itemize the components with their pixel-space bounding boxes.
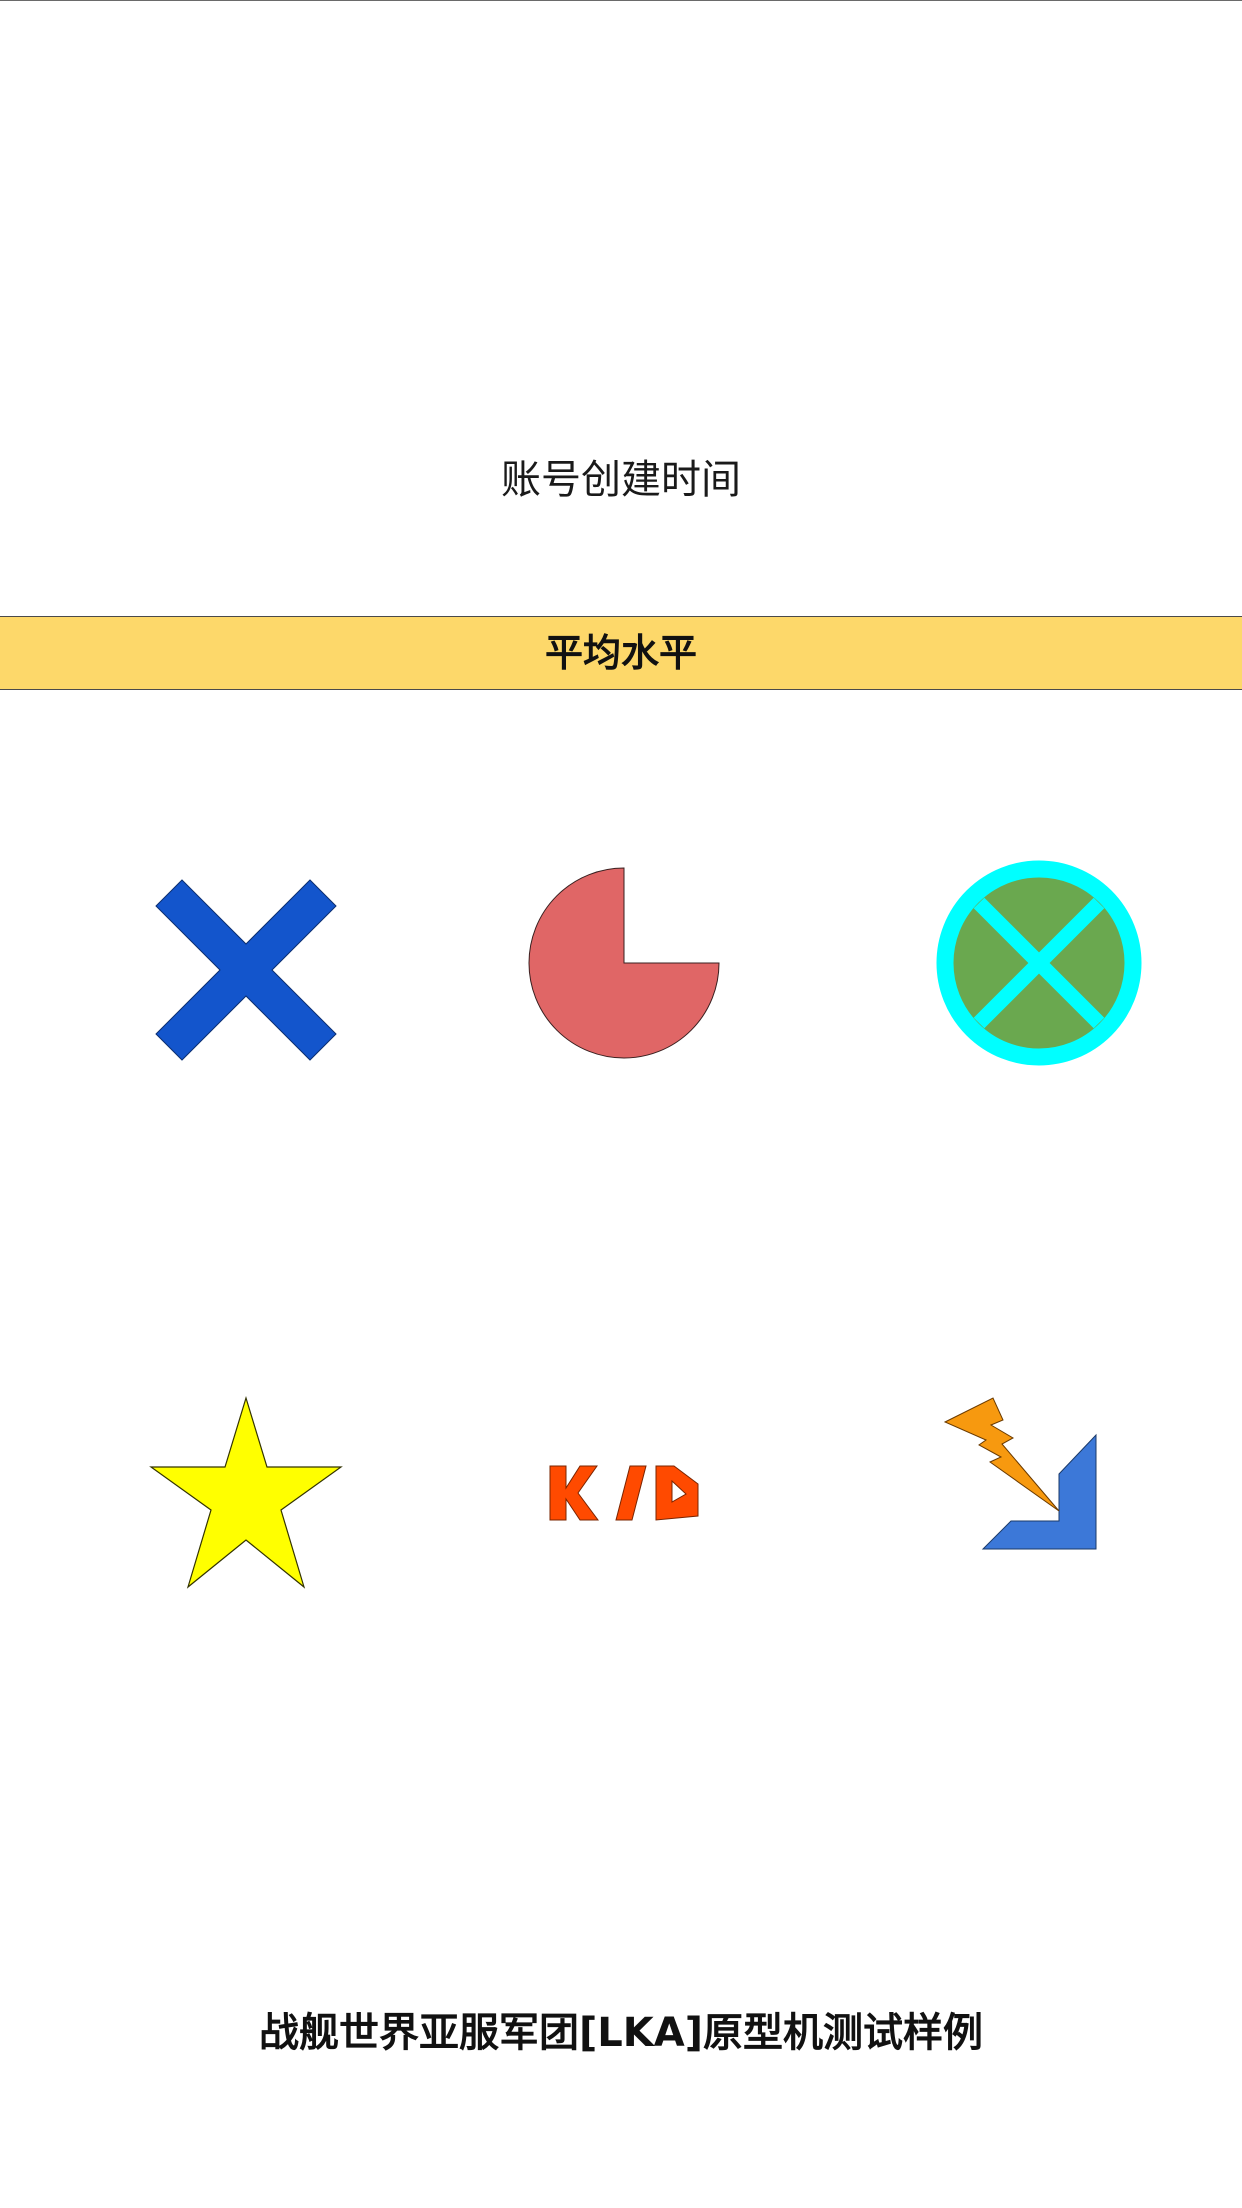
- banner-label: 平均水平: [544, 631, 697, 675]
- yellow-star-icon: [136, 1378, 356, 1598]
- blue-cross-icon: [136, 853, 356, 1073]
- lightning-corner-icon: [931, 1378, 1151, 1598]
- red-pie-icon: [514, 853, 734, 1073]
- kd-ratio-icon: [512, 1378, 732, 1598]
- average-level-banner: 平均水平: [0, 616, 1242, 690]
- account-created-time-label: 账号创建时间: [501, 457, 741, 503]
- footer-title: 战舰世界亚服军团[LKA]原型机测试样例: [258, 2010, 983, 2056]
- top-divider: [0, 0, 1242, 1]
- green-circle-cross-icon: [929, 853, 1149, 1073]
